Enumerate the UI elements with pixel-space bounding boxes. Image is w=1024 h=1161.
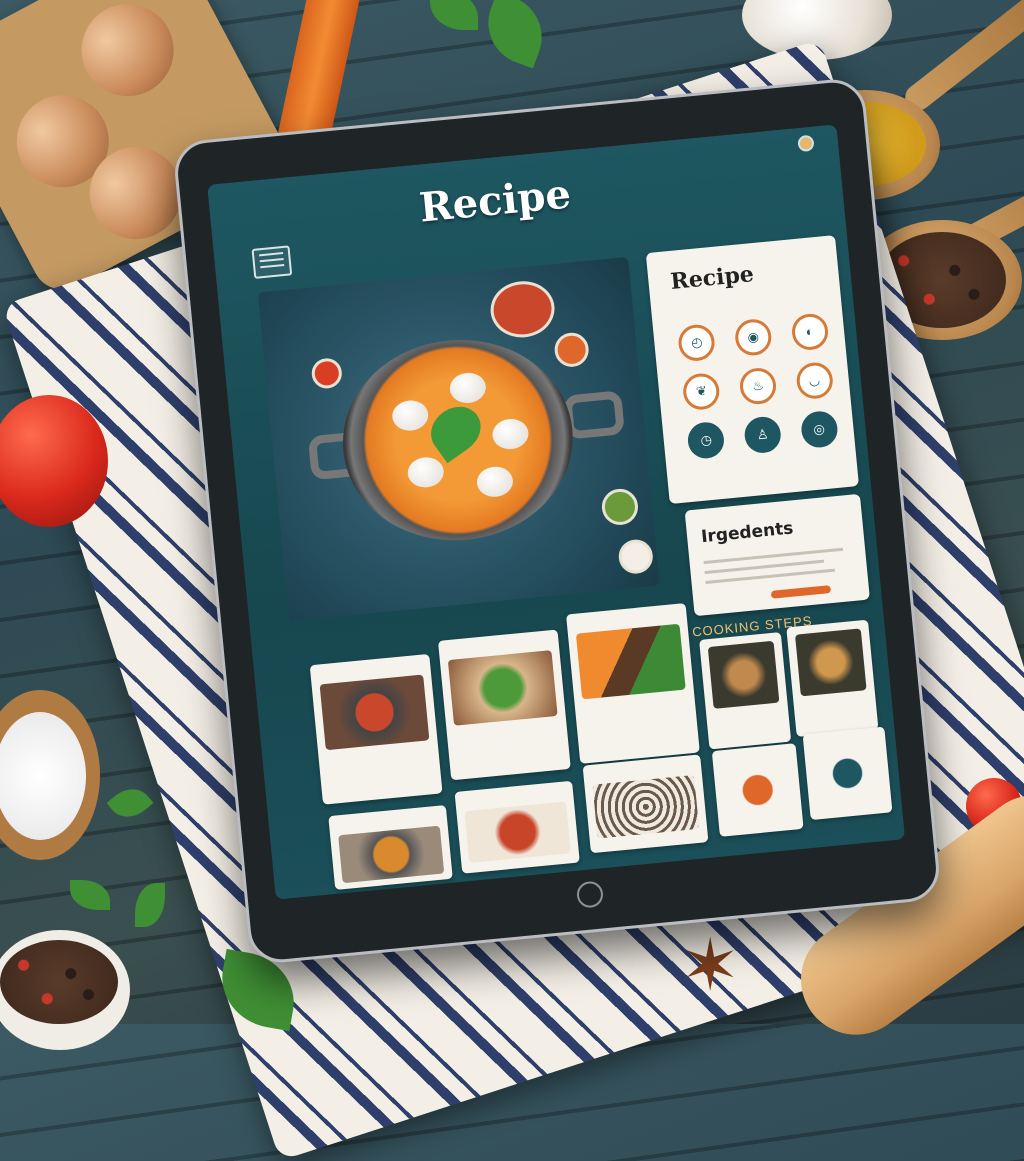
herb-leaf <box>70 880 110 910</box>
dumpling <box>390 398 430 433</box>
leaf-icon: ❦ <box>681 371 722 412</box>
vegetable-dish-image <box>575 623 686 700</box>
ingredients-title: Irgedents <box>700 518 795 548</box>
tomato-dish-image <box>721 763 794 817</box>
status-icons <box>797 134 815 153</box>
cooking-step-image <box>794 628 867 697</box>
dumpling <box>491 417 530 451</box>
dumpling <box>406 455 446 490</box>
recipe-option[interactable]: ◴ <box>667 322 727 366</box>
hero-dish-image[interactable] <box>257 256 660 622</box>
spiral-icon <box>592 775 700 839</box>
recipe-icon-grid: ◴ ◉ ◐ ❦ ♨ ◡ ◷ ♙ ◎ <box>667 311 849 464</box>
recipe-option-label <box>736 453 792 458</box>
knife-icon: ◐ <box>790 312 830 352</box>
recipe-tile[interactable] <box>802 726 893 821</box>
ingredients-action-bar[interactable] <box>770 585 832 599</box>
ingredients-card[interactable]: Irgedents <box>684 493 870 617</box>
recipe-card-title: Recipe <box>669 261 755 295</box>
spice-dish-image <box>319 674 430 751</box>
home-button[interactable] <box>575 880 605 909</box>
recipe-option[interactable]: ♙ <box>733 414 793 458</box>
salad-dish-image <box>447 650 558 726</box>
recipe-tile[interactable] <box>437 629 571 781</box>
clock-icon: ◴ <box>677 323 717 363</box>
recipe-option[interactable]: ◎ <box>789 409 849 453</box>
menu-icon[interactable] <box>251 245 293 279</box>
recipe-option-label <box>793 448 849 453</box>
dumpling <box>448 371 488 405</box>
spice-bowl <box>488 278 558 341</box>
recipe-option-label <box>671 361 727 366</box>
timer-icon: ◷ <box>686 420 726 460</box>
recipe-option[interactable]: ◷ <box>676 420 736 464</box>
bowl-icon: ◡ <box>794 361 835 401</box>
recipe-option-label <box>727 356 783 361</box>
cooking-step-tile[interactable] <box>786 619 879 738</box>
recipe-option-label <box>732 404 788 409</box>
cream-bowl <box>617 538 655 576</box>
recipe-card[interactable]: Recipe ◴ ◉ ◐ ❦ ♨ ◡ ◷ ♙ ◎ <box>645 235 860 505</box>
dumpling <box>475 465 515 499</box>
recipe-option-label <box>675 410 731 415</box>
recipe-option[interactable]: ❦ <box>672 371 732 415</box>
fire-icon: ♨ <box>738 366 778 406</box>
herb-leaf <box>106 779 154 827</box>
star-anise: ✶ <box>680 926 741 1006</box>
recipe-tile[interactable] <box>328 804 453 890</box>
chef-icon: ♙ <box>743 415 783 455</box>
kitchen-scene: ✶ Recipe Recipe ◴ ◉ ◐ ❦ ♨ ◡ ◷ ♙ ◎ Irgede… <box>0 0 1024 1161</box>
recipe-app-screen: Recipe Recipe ◴ ◉ ◐ ❦ ♨ ◡ ◷ ♙ ◎ Irgedent… <box>207 124 906 900</box>
spice-bowl <box>553 331 591 369</box>
recipe-option[interactable]: ◡ <box>784 360 844 404</box>
recipe-tile[interactable] <box>566 603 700 764</box>
recipe-tile[interactable] <box>582 754 709 854</box>
leaf-icon <box>812 747 883 800</box>
status-dot-icon <box>797 134 815 153</box>
meat-dish-image <box>464 801 571 863</box>
wooden-spoon-handle <box>900 0 1024 116</box>
recipe-tile[interactable] <box>711 743 804 837</box>
egg <box>65 0 190 113</box>
recipe-option-label <box>680 459 736 464</box>
recipe-tile[interactable] <box>454 780 580 874</box>
recipe-tile[interactable] <box>309 653 443 805</box>
peppercorn-spice <box>0 940 118 1024</box>
recipe-option[interactable]: ♨ <box>728 365 788 409</box>
herb-bowl <box>600 487 640 527</box>
recipe-option-label <box>784 350 840 355</box>
herb-leaf <box>135 883 165 927</box>
recipe-option-label <box>788 399 844 404</box>
cooking-step-tile[interactable] <box>699 632 792 750</box>
cooking-step-image <box>707 640 780 709</box>
recipe-option[interactable]: ◐ <box>780 311 840 355</box>
recipe-option[interactable]: ◉ <box>723 317 783 361</box>
basil-leaf <box>476 0 554 69</box>
tablet-device: Recipe Recipe ◴ ◉ ◐ ❦ ♨ ◡ ◷ ♙ ◎ Irgedent… <box>172 76 942 966</box>
curry-dish-image <box>338 825 445 884</box>
basil-leaf <box>430 0 478 30</box>
pot-icon: ◉ <box>733 317 773 357</box>
tomato-slice <box>310 357 344 390</box>
plate-icon: ◎ <box>799 409 839 450</box>
